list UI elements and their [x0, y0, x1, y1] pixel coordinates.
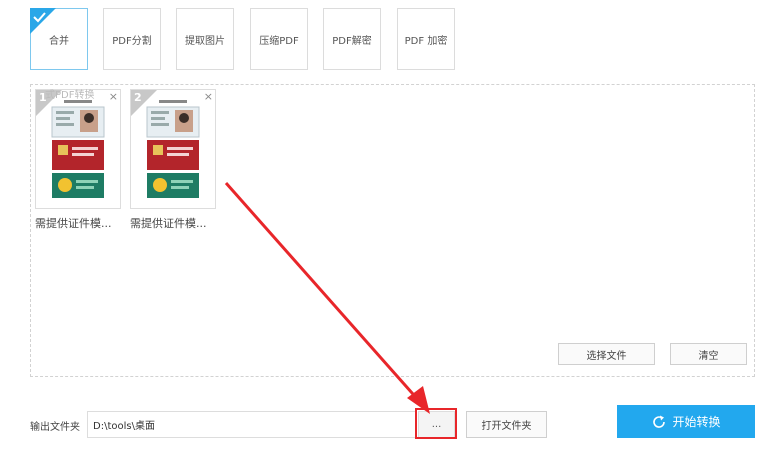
- file-name: 需提供证件模...: [35, 217, 112, 230]
- browse-button[interactable]: ...: [418, 411, 455, 438]
- document-preview-image: [51, 100, 105, 198]
- button-label: 打开文件夹: [481, 421, 532, 432]
- document-preview-image: [146, 100, 200, 198]
- file-card[interactable]: 1 × 需提供证件模...: [35, 89, 121, 231]
- button-label: ...: [431, 419, 442, 430]
- clear-button[interactable]: 清空: [670, 343, 747, 365]
- tool-pdf-decrypt[interactable]: PDF解密: [323, 8, 381, 70]
- tool-label: PDF分割: [112, 35, 152, 47]
- file-drop-area[interactable]: 1 × 需提供证件模... 2 × 需提供证件模... 选择文件 清空: [30, 84, 755, 377]
- tool-label: 提取图片: [185, 35, 225, 47]
- tool-pdf-encrypt[interactable]: PDF 加密: [397, 8, 455, 70]
- check-icon: [30, 8, 56, 34]
- button-label: 开始转换: [672, 415, 721, 429]
- tool-merge[interactable]: 合并: [30, 8, 88, 70]
- ghost-background-text: 式PDF转换: [45, 90, 95, 101]
- button-label: 清空: [698, 350, 719, 362]
- button-label: 选择文件: [586, 350, 627, 362]
- tool-label: PDF解密: [332, 35, 372, 47]
- tool-extract-images[interactable]: 提取图片: [176, 8, 234, 70]
- select-files-button[interactable]: 选择文件: [558, 343, 655, 365]
- start-convert-button[interactable]: 开始转换: [617, 405, 755, 438]
- file-name: 需提供证件模...: [130, 217, 207, 230]
- output-path-input[interactable]: [87, 411, 417, 438]
- tool-label: 压缩PDF: [259, 35, 299, 47]
- output-folder-label: 输出文件夹: [30, 422, 80, 433]
- tool-pdf-split[interactable]: PDF分割: [103, 8, 161, 70]
- tool-compress-pdf[interactable]: 压缩PDF: [250, 8, 308, 70]
- refresh-icon: [653, 415, 666, 428]
- file-card[interactable]: 2 × 需提供证件模...: [130, 89, 216, 231]
- tool-label: PDF 加密: [404, 35, 448, 47]
- file-thumbnail: 2 ×: [130, 89, 216, 209]
- open-folder-button[interactable]: 打开文件夹: [466, 411, 547, 438]
- file-thumbnail: 1 ×: [35, 89, 121, 209]
